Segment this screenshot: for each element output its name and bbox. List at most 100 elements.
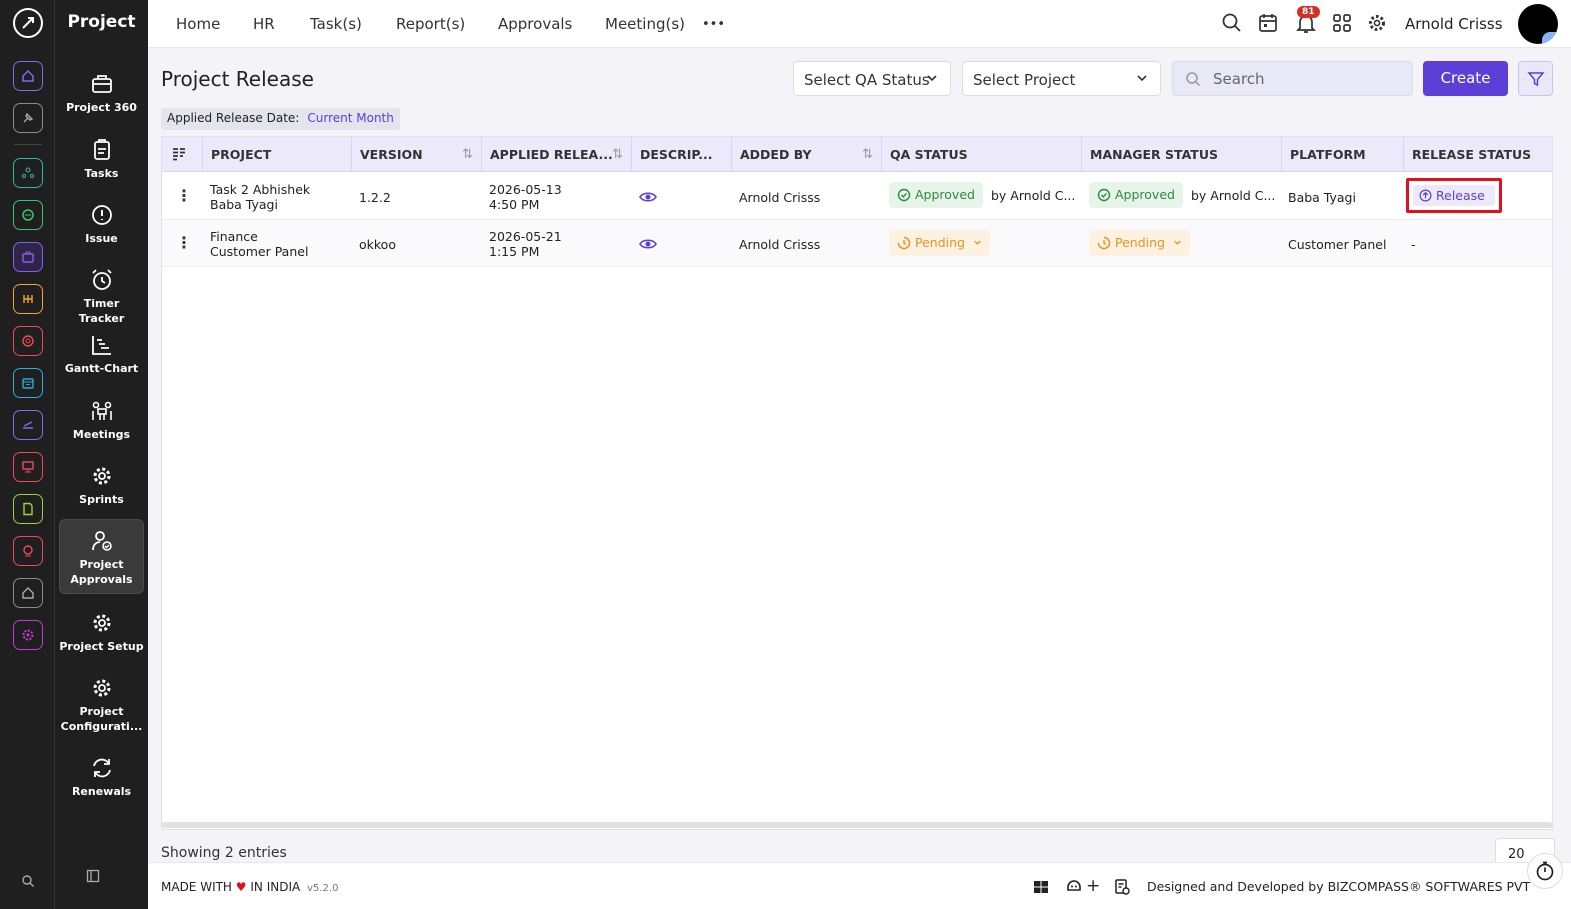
column-header-version[interactable]: VERSION ⇅ [351,137,481,172]
search-placeholder: Search [1213,70,1265,88]
briefcase-icon [91,75,112,93]
sidebar-item-label: Project Configurati... [60,705,143,733]
module-title: Project [67,12,136,32]
column-header-label: ADDED BY [740,147,812,162]
release-date-cell: 2026-05-13 4:50 PM [489,182,562,212]
qa-status-dropdown[interactable]: Pending [889,230,990,256]
avatar[interactable] [1518,4,1558,44]
sort-icon[interactable]: ⇅ [862,137,873,172]
project-select-label: Select Project [973,71,1076,89]
filter-button[interactable] [1518,61,1553,96]
app-version: v5.2.0 [307,883,339,894]
gear-icon [93,467,110,485]
apps-grid-icon[interactable] [1331,12,1353,34]
add-icon[interactable]: + [1086,876,1104,896]
page-title: Project Release [161,67,314,91]
column-header-added-by[interactable]: ADDED BY ⇅ [731,137,881,172]
collapse-sidebar-icon[interactable] [86,869,116,887]
project-module-icon[interactable] [13,242,43,272]
sidebar-item-issue[interactable]: Issue [59,203,144,246]
sidebar-item-label: Project Setup [59,640,144,653]
nav-meetings[interactable]: Meeting(s) [605,15,685,33]
release-time: 1:15 PM [489,244,540,259]
applied-filter-value[interactable]: Current Month [307,111,394,125]
settings-module-icon[interactable] [13,620,43,650]
column-header-applied-release[interactable]: APPLIED RELEA... ⇅ [481,137,631,172]
sort-icon[interactable]: ⇅ [462,137,473,172]
sidebar-item-renewals[interactable]: Renewals [59,756,144,799]
crm-module-icon[interactable] [13,200,43,230]
search-icon[interactable] [1221,12,1243,34]
nav-tasks[interactable]: Task(s) [310,15,362,33]
calendar-icon[interactable] [1257,12,1279,34]
nav-home[interactable]: Home [176,15,220,33]
qa-approved-by: by Arnold C... [991,188,1076,203]
pin-module-icon[interactable] [13,103,43,133]
manager-status-dropdown[interactable]: Pending [1089,230,1190,256]
project-select[interactable]: Select Project [962,61,1161,96]
row-actions-icon[interactable]: ⋮ [176,233,192,252]
version-cell: okkoo [359,237,396,252]
project-name: Task 2 Abhishek [210,182,311,197]
qa-status-text: Pending [915,235,965,250]
horizontal-scrollbar[interactable] [161,822,1553,828]
module-rail [0,0,55,909]
sub-project-name: Baba Tyagi [210,197,278,212]
alert-circle-icon [91,205,112,225]
qa-status-select-label: Select QA Status [804,71,930,89]
sidebar-item-sprints[interactable]: Sprints [59,464,144,507]
app-logo-icon[interactable] [13,8,43,38]
project-sidebar: Project Project 360 Tasks Issue Timer Tr… [55,0,148,909]
release-date-cell: 2026-05-21 1:15 PM [489,229,562,259]
sidebar-item-tasks[interactable]: Tasks [59,138,144,181]
search-input[interactable]: Search [1172,61,1413,96]
project-cell: Finance Customer Panel [210,229,308,259]
view-description-icon[interactable] [639,235,657,253]
column-settings-icon[interactable] [162,137,202,172]
archive-module-icon[interactable] [13,368,43,398]
sidebar-item-label: Issue [85,232,118,245]
sidebar-item-meetings[interactable]: Meetings [59,399,144,442]
sort-icon[interactable]: ⇅ [612,137,623,172]
asset-module-icon[interactable] [13,578,43,608]
sidebar-item-gantt-chart[interactable]: Gantt-Chart [59,333,144,376]
gear-icon[interactable] [1366,12,1388,34]
pending-clock-icon [1097,236,1111,250]
windows-icon[interactable] [1032,878,1050,896]
sidebar-item-project-360[interactable]: Project 360 [59,72,144,115]
documents-module-icon[interactable] [13,494,43,524]
search-icon[interactable] [12,867,44,895]
sidebar-item-project-setup[interactable]: Project Setup [59,611,144,654]
create-button[interactable]: Create [1423,61,1508,96]
presentation-module-icon[interactable] [13,452,43,482]
travel-module-icon[interactable] [13,410,43,440]
stopwatch-icon[interactable] [1527,853,1563,889]
nav-approvals[interactable]: Approvals [498,15,572,33]
check-circle-icon [897,188,911,202]
nav-reports[interactable]: Report(s) [396,15,465,33]
hr-module-icon[interactable] [13,158,43,188]
column-header-manager-status: MANAGER STATUS [1081,137,1281,172]
qa-status-select[interactable]: Select QA Status [793,61,951,96]
android-icon[interactable] [1065,878,1083,896]
project-cell: Task 2 Abhishek Baba Tyagi [210,182,310,212]
support-module-icon[interactable] [13,536,43,566]
entries-count: Showing 2 entries [161,845,287,861]
more-menu-icon[interactable]: ••• [702,17,725,32]
home-module-icon[interactable] [13,61,43,91]
sidebar-item-timer-tracker[interactable]: Timer Tracker [59,268,144,326]
timesheet-module-icon[interactable] [13,284,43,314]
document-check-icon[interactable] [1113,878,1131,896]
qa-status-badge: Approved [889,182,983,208]
nav-hr[interactable]: HR [253,15,275,33]
version-cell: 1.2.2 [359,190,391,205]
view-description-icon[interactable] [639,188,657,206]
row-actions-icon[interactable]: ⋮ [176,186,192,205]
table-row: ⋮ Task 2 Abhishek Baba Tyagi 1.2.2 2026-… [162,173,1552,220]
user-name[interactable]: Arnold Crisss [1405,15,1503,33]
release-button[interactable]: Release [1413,185,1495,206]
alarm-clock-icon [91,269,112,290]
target-module-icon[interactable] [13,326,43,356]
sidebar-item-project-approvals[interactable]: Project Approvals [59,519,144,594]
sidebar-item-project-configuration[interactable]: Project Configurati... [59,676,144,734]
